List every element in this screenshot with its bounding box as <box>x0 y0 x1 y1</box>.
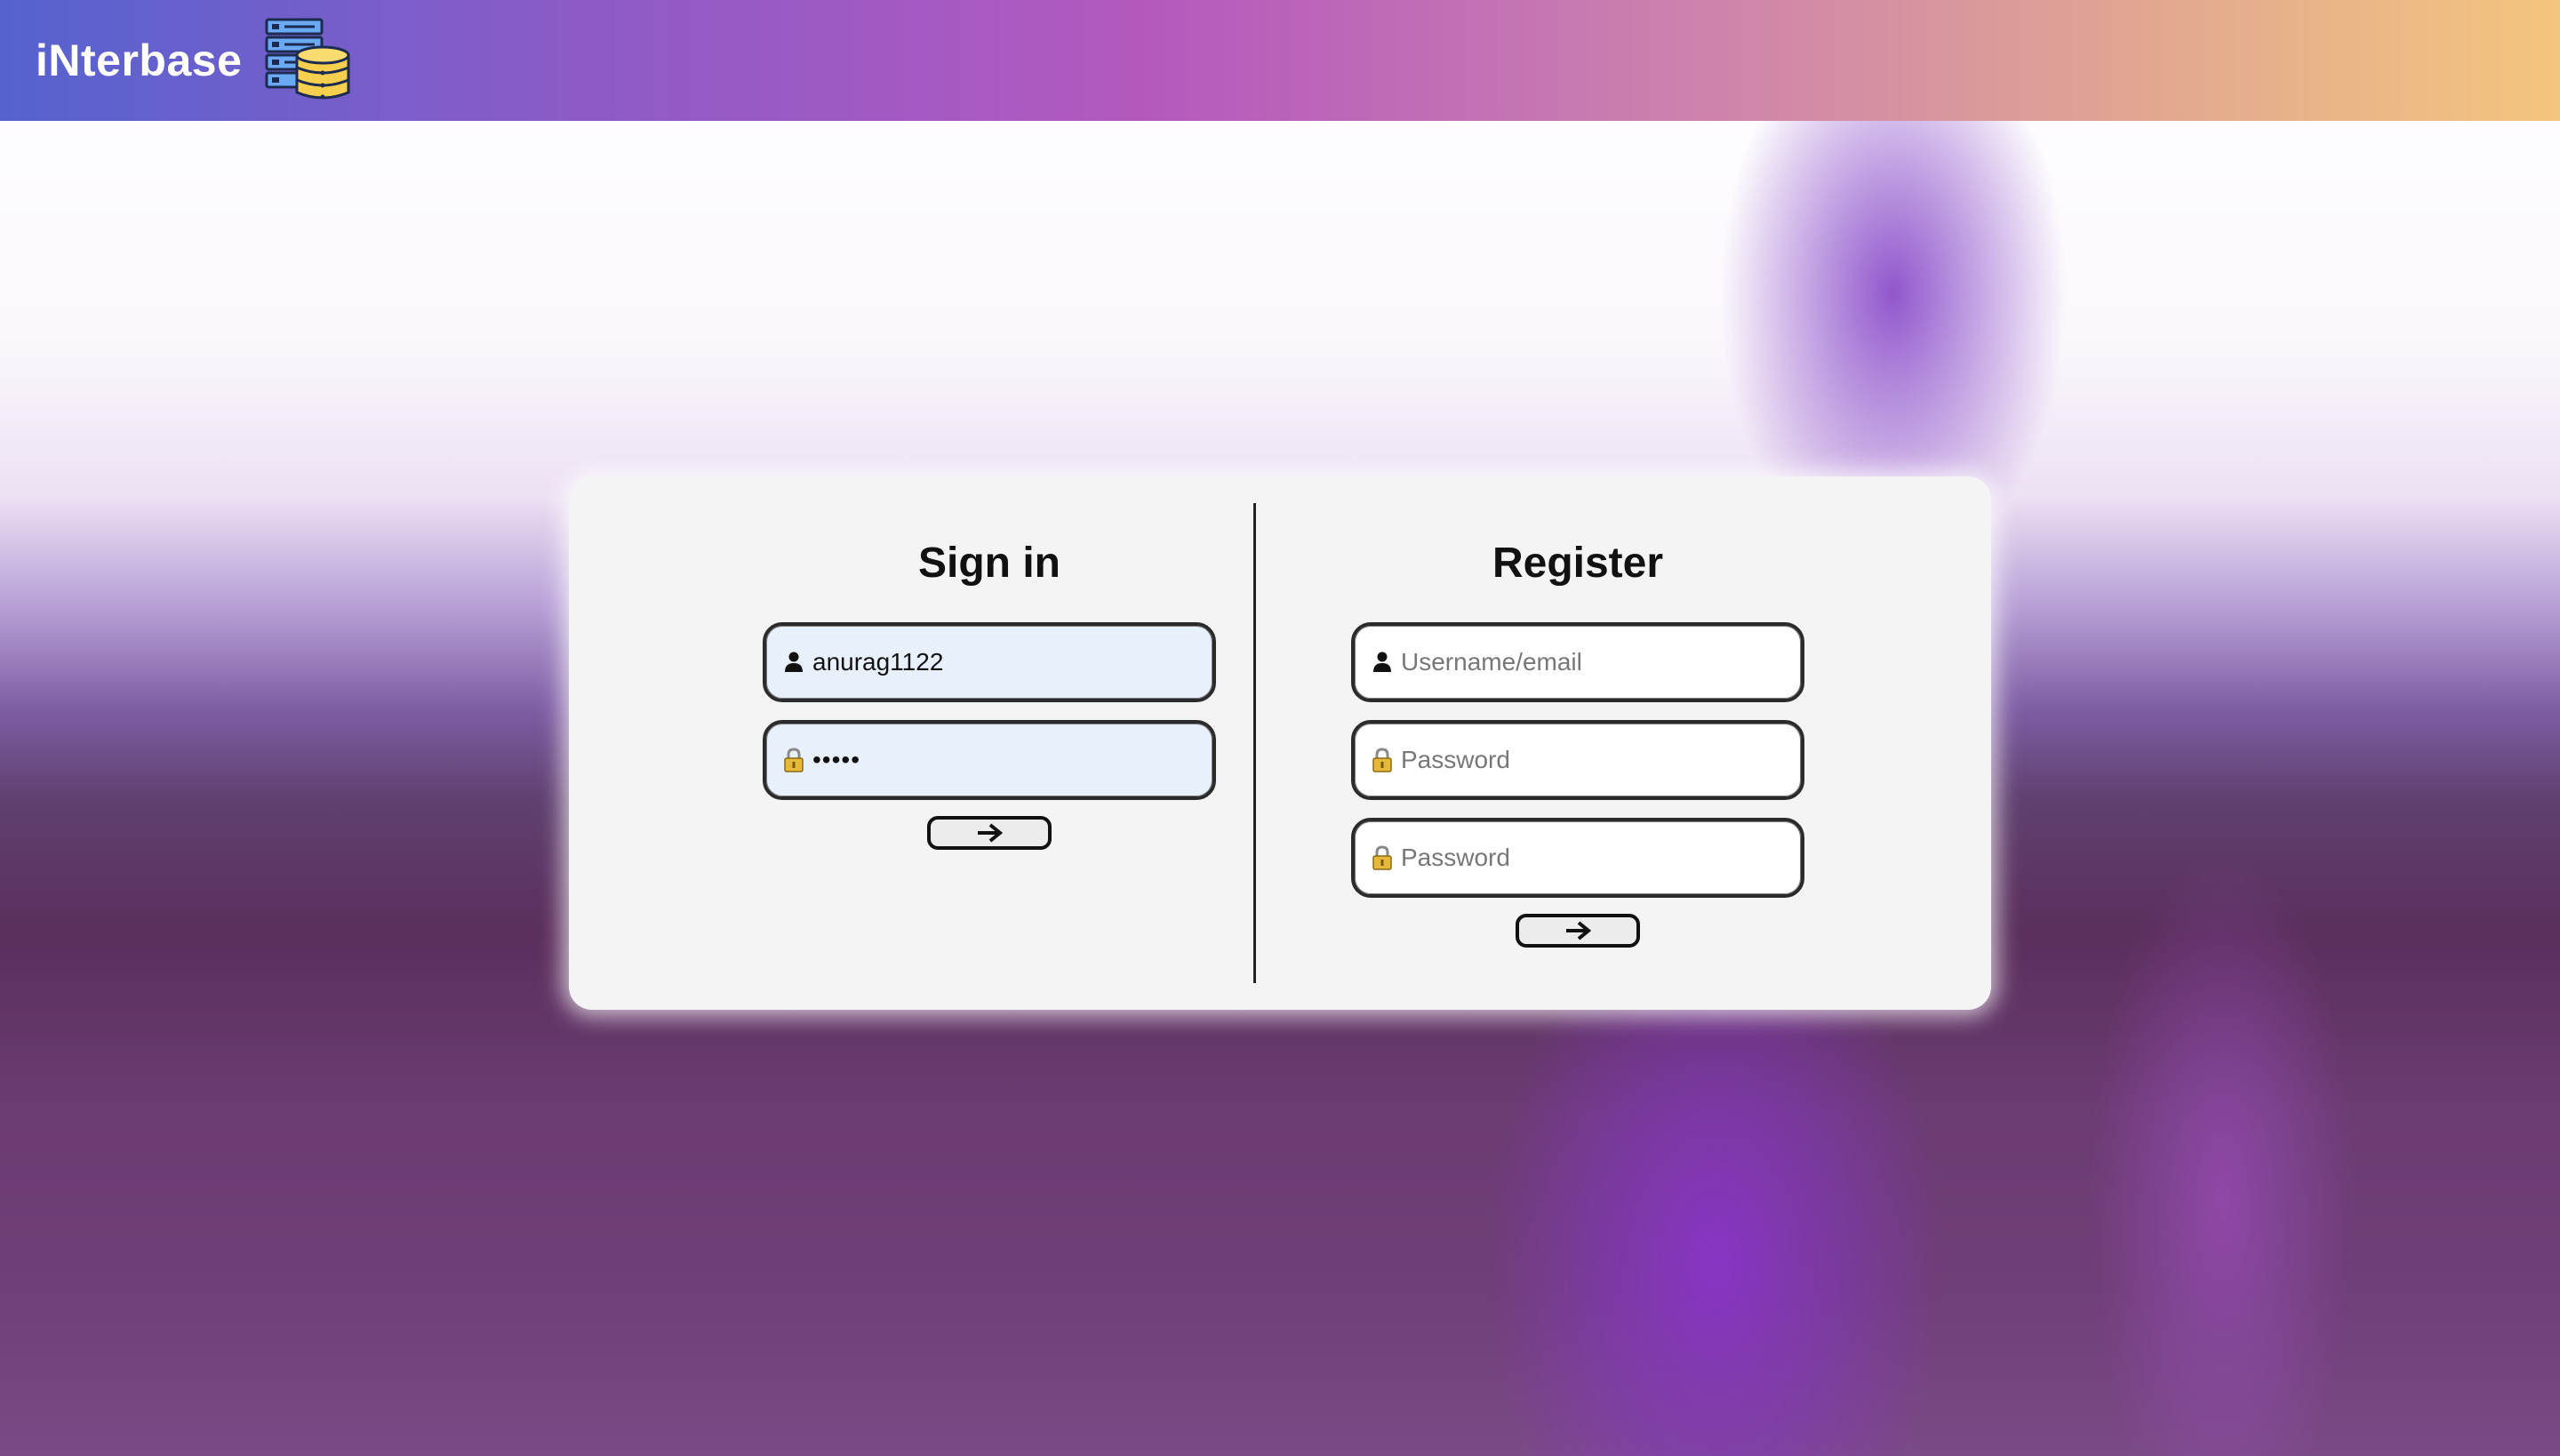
register-username-input[interactable] <box>1401 636 1774 689</box>
lock-icon <box>784 748 804 772</box>
sign-in-username-field[interactable] <box>763 622 1216 702</box>
sign-in-username-input[interactable] <box>812 636 1186 689</box>
arrow-right-icon <box>978 823 1004 843</box>
register-confirm-password-input[interactable] <box>1401 831 1774 884</box>
register-username-field[interactable] <box>1351 622 1804 702</box>
arrow-right-icon <box>1566 921 1592 940</box>
sign-in-title: Sign in <box>918 540 1060 587</box>
top-bar: iNterbase <box>0 0 2560 121</box>
lock-icon <box>1372 748 1392 772</box>
register-title: Register <box>1492 540 1664 587</box>
user-icon <box>1373 652 1391 672</box>
sign-in-panel: Sign in <box>758 539 1220 850</box>
register-confirm-password-field[interactable] <box>1351 818 1804 898</box>
register-password-input[interactable] <box>1401 733 1774 787</box>
panel-divider <box>1253 503 1256 983</box>
database-server-icon <box>265 18 350 100</box>
brand-title: iNterbase <box>36 36 243 85</box>
sign-in-password-input[interactable] <box>812 733 1186 787</box>
register-submit-button[interactable] <box>1516 914 1640 948</box>
lock-icon <box>1372 845 1392 870</box>
register-password-field[interactable] <box>1351 720 1804 800</box>
auth-card: Sign in Register <box>569 476 1991 1010</box>
sign-in-submit-button[interactable] <box>927 816 1052 850</box>
register-panel: Register <box>1347 539 1809 948</box>
user-icon <box>785 652 803 672</box>
sign-in-password-field[interactable] <box>763 720 1216 800</box>
